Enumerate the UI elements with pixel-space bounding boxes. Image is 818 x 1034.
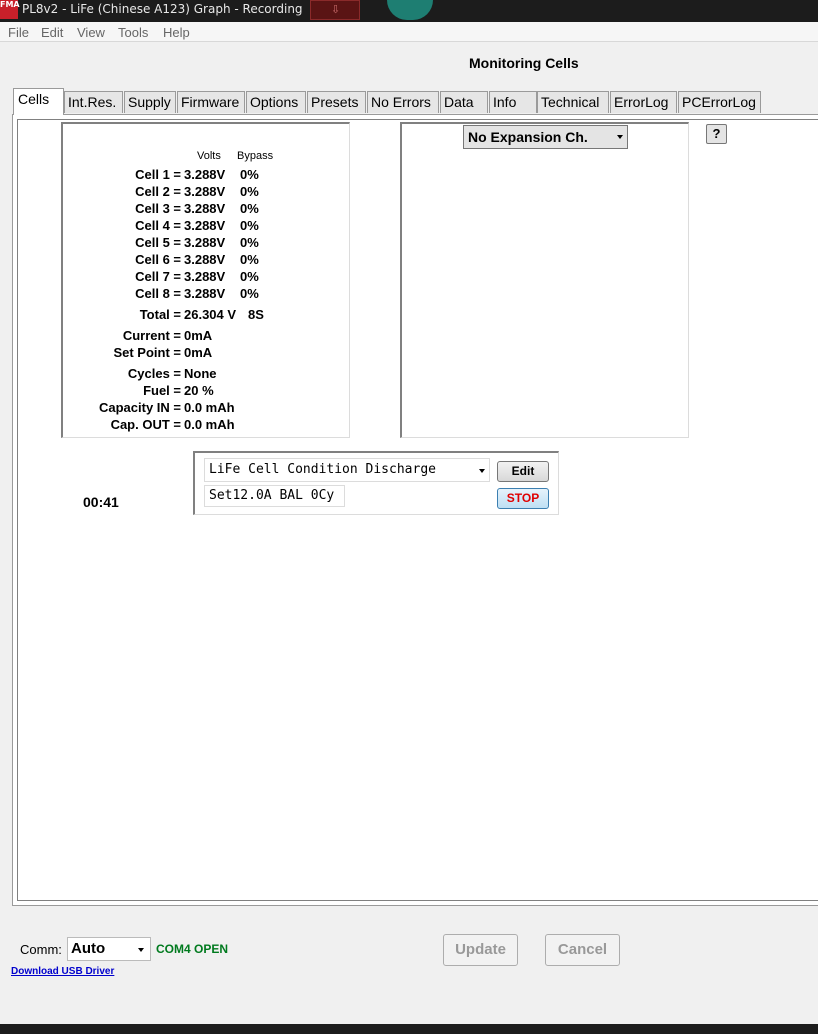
set-point-label: Set Point =: [113, 345, 181, 360]
current-value: 0mA: [184, 328, 213, 343]
comm-port-value: Auto: [71, 940, 106, 957]
taskbar-strip: [0, 1024, 818, 1034]
tab-info[interactable]: Info: [489, 91, 537, 113]
capacity-out-value: 0.0 mAh: [184, 417, 235, 432]
com-status: COM4 OPEN: [156, 942, 229, 956]
taskbar-teal-button[interactable]: [387, 0, 433, 20]
capacity-out-label: Cap. OUT =: [110, 417, 181, 432]
volts-header: Volts: [197, 150, 221, 162]
cell-1-volts: 3.288V: [184, 167, 226, 182]
cell-5-bypass: 0%: [240, 235, 259, 250]
edit-button[interactable]: Edit: [497, 461, 549, 482]
stop-button[interactable]: STOP: [497, 488, 549, 509]
cell-4-label: Cell 4 =: [135, 218, 181, 233]
capacity-in-label: Capacity IN =: [98, 400, 181, 415]
page-title: Monitoring Cells: [469, 55, 579, 71]
app-icon: FMA: [0, 0, 20, 19]
cell-7-volts: 3.288V: [184, 269, 226, 284]
cell-4-bypass: 0%: [240, 218, 259, 233]
fuel-label: Fuel =: [143, 383, 181, 398]
total-voltage: 26.304 V: [184, 307, 237, 322]
tab-technical[interactable]: Technical: [537, 91, 609, 113]
cell-3-label: Cell 3 =: [135, 201, 181, 216]
cell-3-bypass: 0%: [240, 201, 259, 216]
tab-pc-error-log[interactable]: PCErrorLog: [678, 91, 761, 113]
download-usb-driver-link[interactable]: Download USB Driver: [11, 966, 114, 977]
tab-options[interactable]: Options: [246, 91, 306, 113]
cell-2-bypass: 0%: [240, 184, 259, 199]
cell-4-volts: 3.288V: [184, 218, 226, 233]
comm-port-select[interactable]: Auto: [67, 937, 151, 961]
set-point-value: 0mA: [184, 345, 213, 360]
cell-6-label: Cell 6 =: [135, 252, 181, 267]
current-label: Current =: [122, 328, 181, 343]
cell-8-bypass: 0%: [240, 286, 259, 301]
expansion-channel-value: No Expansion Ch.: [468, 129, 588, 145]
chevron-down-icon: [617, 135, 623, 139]
menu-file[interactable]: File: [8, 25, 29, 40]
cell-7-bypass: 0%: [240, 269, 259, 284]
menu-edit[interactable]: Edit: [41, 25, 63, 40]
panel-divider: [12, 905, 818, 906]
cell-6-volts: 3.288V: [184, 252, 226, 267]
cell-8-label: Cell 8 =: [135, 286, 181, 301]
tab-cells[interactable]: Cells: [13, 88, 64, 115]
tab-presets[interactable]: Presets: [307, 91, 366, 113]
charge-program-select[interactable]: LiFe Cell Condition Discharge: [204, 458, 490, 482]
menu-help[interactable]: Help: [163, 25, 190, 40]
tab-supply[interactable]: Supply: [124, 91, 176, 113]
cell-5-volts: 3.288V: [184, 235, 226, 250]
taskbar-red-button[interactable]: ⇩: [310, 0, 360, 20]
total-label: Total =: [139, 307, 181, 322]
expansion-box: [400, 122, 689, 438]
cycles-label: Cycles =: [127, 366, 181, 381]
comm-label: Comm:: [20, 942, 62, 957]
tab-firmware[interactable]: Firmware: [177, 91, 245, 113]
capacity-in-value: 0.0 mAh: [184, 400, 235, 415]
window-title: PL8v2 - LiFe (Chinese A123) Graph - Reco…: [22, 2, 303, 16]
menu-bar: File Edit View Tools Help: [0, 22, 818, 42]
download-icon: ⇩: [331, 4, 341, 16]
update-button[interactable]: Update: [443, 934, 518, 966]
tab-error-log[interactable]: ErrorLog: [610, 91, 677, 113]
cell-5-label: Cell 5 =: [135, 235, 181, 250]
cell-2-volts: 3.288V: [184, 184, 226, 199]
tab-data[interactable]: Data: [440, 91, 488, 113]
cancel-button[interactable]: Cancel: [545, 934, 620, 966]
cell-2-label: Cell 2 =: [135, 184, 181, 199]
fuel-value: 20 %: [184, 383, 214, 398]
chevron-down-icon: [479, 469, 485, 473]
menu-view[interactable]: View: [77, 25, 105, 40]
menu-tools[interactable]: Tools: [118, 25, 148, 40]
tab-int-res[interactable]: Int.Res.: [64, 91, 123, 113]
cell-7-label: Cell 7 =: [135, 269, 181, 284]
expansion-channel-select[interactable]: No Expansion Ch.: [463, 125, 628, 149]
cell-3-volts: 3.288V: [184, 201, 226, 216]
program-detail: Set12.0A BAL 0Cy: [204, 485, 345, 507]
help-button[interactable]: ?: [706, 124, 727, 144]
series-count: 8S: [248, 307, 264, 322]
charge-program-value: LiFe Cell Condition Discharge: [209, 462, 436, 477]
elapsed-timer: 00:41: [83, 494, 119, 510]
cycles-value: None: [184, 366, 217, 381]
title-bar: FMA PL8v2 - LiFe (Chinese A123) Graph - …: [0, 0, 818, 22]
cell-8-volts: 3.288V: [184, 286, 226, 301]
cell-6-bypass: 0%: [240, 252, 259, 267]
chevron-down-icon: [138, 948, 144, 952]
cell-1-bypass: 0%: [240, 167, 259, 182]
tab-no-errors[interactable]: No Errors: [367, 91, 439, 113]
cell-1-label: Cell 1 =: [135, 167, 181, 182]
bypass-header: Bypass: [237, 150, 274, 162]
